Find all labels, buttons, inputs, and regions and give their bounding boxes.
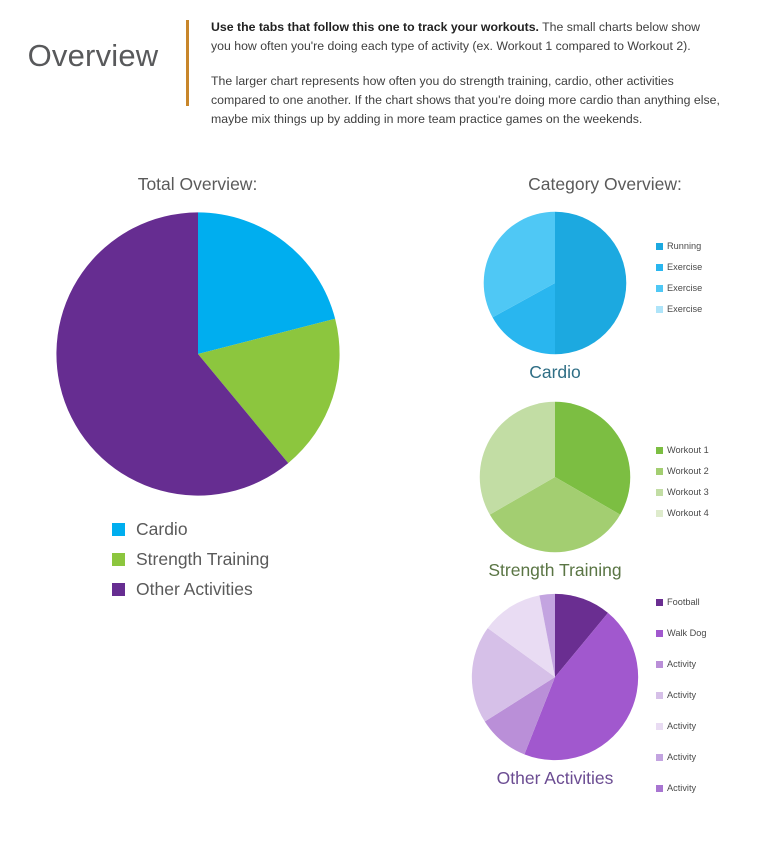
legend-item-label: Cardio [136, 519, 188, 539]
intro-text-block: Use the tabs that follow this one to tra… [211, 14, 721, 129]
other-activities-chart-label: Other Activities [496, 768, 614, 788]
legend-item-label: Activity [667, 752, 697, 762]
legend-item-label: Strength Training [136, 549, 270, 569]
strength-training-chart-block: Strength Training Workout 1 Workout 2 Work… [460, 401, 768, 581]
intro-paragraph-2: The larger chart represents how often yo… [211, 74, 720, 126]
legend-item[interactable]: Activity [656, 752, 706, 762]
total-overview-title: Total Overview: [137, 174, 258, 194]
charts-content: Total Overview: Cardio Strength Training O… [0, 132, 768, 857]
legend-swatch-icon [656, 753, 663, 761]
intro-lead-sentence: Use the tabs that follow this one to tra… [211, 20, 539, 34]
legend-item[interactable]: Exercise [656, 262, 702, 272]
cardio-pie-col: Cardio [460, 211, 650, 383]
legend-item[interactable]: Activity [656, 783, 706, 793]
legend-swatch-icon [656, 284, 663, 292]
cardio-pie-chart[interactable] [483, 211, 627, 355]
legend-item-label: Exercise [667, 304, 703, 314]
legend-swatch-icon [656, 691, 663, 699]
total-overview-legend: Cardio Strength Training Other Activities [112, 519, 460, 600]
legend-swatch-icon [656, 305, 663, 313]
legend-item-label: Activity [667, 690, 697, 700]
legend-item-label: Workout 4 [667, 508, 709, 518]
cardio-chart-label: Cardio [529, 362, 581, 382]
legend-item-label: Workout 3 [667, 487, 709, 497]
cardio-chart-block: Cardio Running Exercise Exercise Exercise [460, 211, 768, 383]
legend-swatch-icon [656, 784, 663, 792]
accent-divider [186, 20, 189, 106]
legend-item-label: Walk Dog [667, 628, 707, 638]
strength-training-legend: Workout 1 Workout 2 Workout 3 Workout 4 [650, 401, 709, 529]
legend-swatch-icon [656, 263, 663, 271]
page-title: Overview [27, 38, 159, 73]
legend-item-label: Exercise [667, 262, 703, 272]
other-activities-legend: Football Walk Dog Activity Activity Activity… [650, 593, 706, 814]
total-overview-pie-wrap [0, 211, 460, 497]
legend-item-label: Other Activities [136, 579, 253, 599]
legend-item[interactable]: Football [656, 597, 706, 607]
legend-item-label: Activity [667, 721, 697, 731]
legend-item[interactable]: Other Activities [112, 579, 460, 600]
legend-swatch-icon [656, 488, 663, 496]
page-header: Overview Use the tabs that follow this o… [0, 0, 768, 132]
legend-swatch-icon [656, 660, 663, 668]
legend-item[interactable]: Workout 1 [656, 445, 709, 455]
legend-swatch-icon [656, 722, 663, 730]
legend-item[interactable]: Running [656, 241, 702, 251]
legend-item[interactable]: Workout 3 [656, 487, 709, 497]
strength-training-chart-label: Strength Training [488, 560, 622, 580]
legend-item[interactable]: Walk Dog [656, 628, 706, 638]
legend-item-label: Workout 1 [667, 445, 709, 455]
cardio-legend: Running Exercise Exercise Exercise [650, 211, 702, 325]
pie-slice[interactable] [555, 211, 627, 355]
legend-swatch-icon [656, 509, 663, 517]
legend-swatch-icon [112, 583, 125, 596]
legend-item-label: Workout 2 [667, 466, 709, 476]
legend-swatch-icon [656, 467, 663, 475]
other-activities-chart-block: Other Activities Football Walk Dog Activit… [460, 593, 768, 814]
strength-training-pie-chart[interactable] [479, 401, 631, 553]
legend-item-label: Football [667, 597, 700, 607]
legend-item-label: Exercise [667, 283, 703, 293]
total-overview-pie-chart[interactable] [55, 211, 341, 497]
legend-swatch-icon [656, 242, 663, 250]
intro-paragraph-1: Use the tabs that follow this one to tra… [211, 18, 721, 56]
legend-item-label: Running [667, 241, 702, 251]
legend-item[interactable]: Activity [656, 659, 706, 669]
total-overview-panel: Total Overview: Cardio Strength Training O… [0, 132, 460, 857]
legend-item[interactable]: Exercise [656, 304, 702, 314]
legend-item[interactable]: Workout 2 [656, 466, 709, 476]
legend-swatch-icon [112, 523, 125, 536]
legend-item-label: Activity [667, 783, 697, 793]
legend-swatch-icon [656, 598, 663, 606]
legend-swatch-icon [656, 446, 663, 454]
legend-item[interactable]: Workout 4 [656, 508, 709, 518]
legend-item[interactable]: Cardio [112, 519, 460, 540]
legend-item[interactable]: Activity [656, 690, 706, 700]
category-overview-panel: Category Overview: Cardio Running Exercis… [460, 132, 768, 857]
legend-item[interactable]: Activity [656, 721, 706, 731]
other-activities-pie-col: Other Activities [460, 593, 650, 789]
legend-item[interactable]: Strength Training [112, 549, 460, 570]
legend-swatch-icon [656, 629, 663, 637]
legend-item[interactable]: Exercise [656, 283, 702, 293]
legend-item-label: Activity [667, 659, 697, 669]
category-overview-title: Category Overview: [528, 174, 682, 194]
strength-training-pie-col: Strength Training [460, 401, 650, 581]
legend-swatch-icon [112, 553, 125, 566]
other-activities-pie-chart[interactable] [471, 593, 639, 761]
